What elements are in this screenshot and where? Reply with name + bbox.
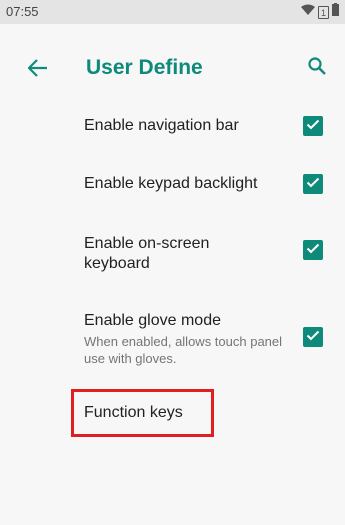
search-button[interactable]	[301, 52, 333, 84]
wifi-icon	[301, 3, 315, 21]
status-bar: 07:55 1	[0, 0, 345, 24]
back-button[interactable]	[20, 52, 56, 88]
checkmark-icon	[306, 117, 320, 135]
app-bar: User Define	[0, 24, 345, 112]
checkbox-glove-mode[interactable]	[303, 327, 323, 347]
battery-icon	[332, 3, 339, 21]
pref-summary: When enabled, allows touch panel use wit…	[84, 334, 283, 366]
pref-title: Enable navigation bar	[84, 117, 239, 134]
checkbox-keypad-backlight[interactable]	[303, 174, 323, 194]
pref-navigation-bar[interactable]: Enable navigation bar	[84, 116, 304, 136]
sim-icon: 1	[318, 5, 329, 19]
pref-title: Enable on-screen keyboard	[84, 235, 210, 272]
pref-glove-mode[interactable]: Enable glove mode When enabled, allows t…	[84, 311, 294, 367]
page-title: User Define	[86, 56, 203, 79]
pref-on-screen-keyboard[interactable]: Enable on-screen keyboard	[84, 234, 274, 274]
arrow-left-icon	[27, 58, 48, 82]
pref-title: Enable glove mode	[84, 312, 221, 329]
status-icons: 1	[301, 3, 339, 21]
checkbox-navigation-bar[interactable]	[303, 116, 323, 136]
search-icon	[308, 56, 326, 80]
pref-keypad-backlight[interactable]: Enable keypad backlight	[84, 174, 304, 194]
checkmark-icon	[306, 175, 320, 193]
pref-title: Enable keypad backlight	[84, 175, 258, 192]
checkmark-icon	[306, 241, 320, 259]
checkbox-on-screen-keyboard[interactable]	[303, 240, 323, 260]
sim-label: 1	[320, 7, 326, 18]
status-time: 07:55	[6, 4, 39, 19]
highlight-box	[71, 389, 214, 437]
checkmark-icon	[306, 328, 320, 346]
